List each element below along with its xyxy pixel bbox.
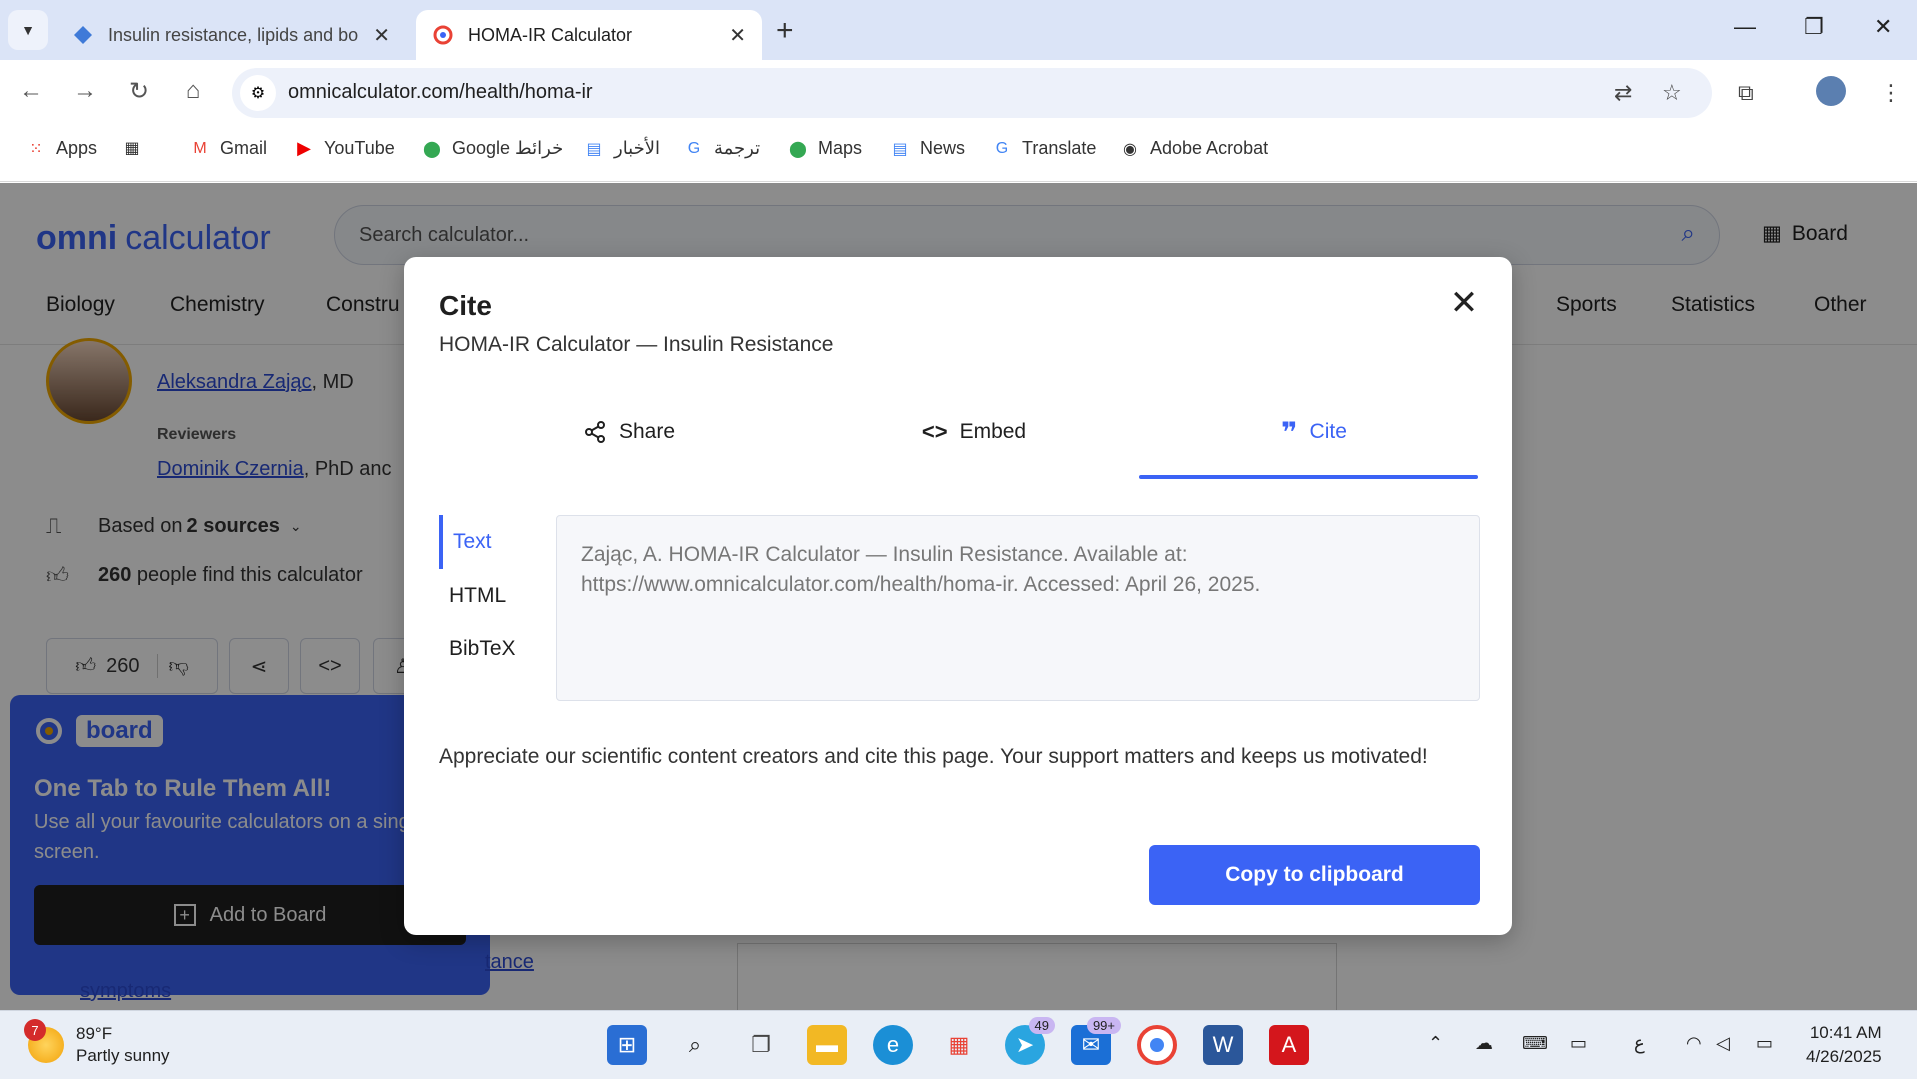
word-icon[interactable]: W (1203, 1025, 1243, 1065)
acrobat-icon: ◉ (1123, 140, 1137, 158)
address-url[interactable]: omnicalculator.com/health/homa-ir (288, 81, 593, 104)
chevron-down-icon: ▼ (21, 22, 35, 38)
wifi-icon[interactable]: ◠ (1686, 1033, 1702, 1054)
tab-groups-icon: ▦ (124, 140, 140, 157)
bookmark-translate[interactable]: G Translate (992, 138, 1097, 159)
weather-condition: Partly sunny (76, 1046, 170, 1065)
volume-icon[interactable]: ◁ (1716, 1033, 1730, 1054)
diamond-favicon-icon (74, 26, 92, 44)
windows-start-icon[interactable]: ⊞ (607, 1025, 647, 1065)
format-text[interactable]: Text (439, 515, 539, 569)
new-tab-button[interactable]: + (776, 14, 794, 48)
store-icon[interactable]: ▦ (939, 1025, 979, 1065)
omni-favicon-icon (433, 25, 453, 45)
tab-search-button[interactable]: ▼ (8, 10, 48, 50)
weather-temp: 89°F (76, 1024, 113, 1043)
bookmark-star-icon[interactable]: ☆ (1662, 80, 1682, 106)
weather-badge: 7 (24, 1019, 46, 1041)
news-icon: ▤ (892, 140, 908, 158)
bookmark-adobe-acrobat[interactable]: ◉ Adobe Acrobat (1120, 138, 1268, 159)
weather-widget[interactable]: 7 89°F Partly sunny (24, 1019, 170, 1067)
bookmark-grid[interactable]: ▦ (122, 138, 152, 158)
code-icon: <> (921, 419, 948, 444)
news-icon: ▤ (586, 140, 602, 158)
search-icon[interactable]: ⌕ (675, 1025, 715, 1065)
cite-modal: Cite HOMA-IR Calculator — Insulin Resist… (404, 257, 1512, 935)
browser-tabstrip: ▼ Insulin resistance, lipids and bo ✕ HO… (0, 0, 1917, 60)
reload-icon[interactable]: ↻ (122, 74, 156, 108)
restore-icon[interactable]: ❐ (1804, 14, 1824, 40)
chrome-icon[interactable] (1137, 1025, 1177, 1065)
minimize-icon[interactable]: — (1734, 14, 1756, 40)
translate-page-icon[interactable]: ⇄ (1614, 80, 1632, 106)
site-info-icon[interactable]: ⚙ (240, 75, 276, 111)
translate-icon: G (995, 139, 1009, 157)
tab-share[interactable]: Share (549, 407, 709, 457)
close-tab-icon[interactable]: ✕ (373, 23, 390, 48)
tab-embed[interactable]: <> Embed (894, 407, 1054, 457)
telegram-badge: 49 (1028, 1017, 1055, 1034)
windows-taskbar: 7 89°F Partly sunny ⊞ ⌕ ❐ ▬ e ▦ ➤ 49 ✉ 99+… (0, 1010, 1917, 1079)
partly-sunny-icon: 7 (24, 1019, 64, 1063)
maps-pin-icon: ⬤ (423, 140, 441, 158)
cite-note: Appreciate our scientific content creato… (439, 745, 1428, 768)
tab-title: Insulin resistance, lipids and bo (108, 24, 359, 45)
battery-icon[interactable]: ▭ (1756, 1033, 1773, 1054)
citation-text[interactable]: Zając, A. HOMA-IR Calculator — Insulin R… (556, 515, 1480, 701)
keyboard-icon[interactable]: ⌨ (1522, 1033, 1548, 1054)
tab-cite[interactable]: ❞ Cite (1234, 407, 1394, 457)
telegram-icon[interactable]: ➤ 49 (1005, 1017, 1055, 1065)
bookmarks-bar: ⁙ Apps ▦ M Gmail ▶ YouTube ⬤ Google خرائ… (0, 120, 1917, 182)
maps-pin-icon: ⬤ (789, 140, 807, 158)
format-bibtex[interactable]: BibTeX (439, 622, 539, 676)
modal-subtitle: HOMA-IR Calculator — Insulin Resistance (439, 333, 834, 356)
forward-icon[interactable]: → (68, 74, 102, 108)
active-tab-indicator (1139, 475, 1478, 479)
acrobat-icon[interactable]: A (1269, 1025, 1309, 1065)
input-language[interactable]: ع (1634, 1033, 1645, 1054)
gmail-icon: M (193, 139, 207, 157)
bookmark-translate-ar[interactable]: G ترجمة (684, 138, 760, 159)
bookmark-news[interactable]: ▤ News (890, 138, 965, 159)
bookmark-maps[interactable]: ⬤ Maps (788, 138, 862, 159)
profile-avatar[interactable] (1816, 76, 1846, 106)
modal-title: Cite (439, 290, 492, 321)
tab-title: HOMA-IR Calculator (468, 24, 633, 45)
task-view-icon[interactable]: ❐ (741, 1025, 781, 1065)
clock[interactable]: 10:41 AM 4/26/2025 (1806, 1021, 1882, 1069)
translate-icon: G (687, 139, 701, 157)
youtube-icon: ▶ (297, 138, 311, 158)
close-icon[interactable]: ✕ (1444, 283, 1484, 323)
copy-to-clipboard-button[interactable]: Copy to clipboard (1149, 845, 1480, 905)
onedrive-icon[interactable]: ☁ (1475, 1033, 1493, 1054)
file-explorer-icon[interactable]: ▬ (807, 1025, 847, 1065)
clock-time: 10:41 AM (1809, 1023, 1882, 1042)
bookmark-google-maps-ar[interactable]: ⬤ Google خرائط (422, 138, 563, 159)
browser-tab-homa[interactable]: HOMA-IR Calculator ✕ (416, 10, 762, 60)
chevron-up-icon[interactable]: ⌃ (1428, 1033, 1443, 1054)
mail-badge: 99+ (1086, 1017, 1121, 1034)
format-html[interactable]: HTML (439, 569, 539, 623)
menu-kebab-icon[interactable]: ⋮ (1880, 80, 1902, 106)
back-icon[interactable]: ← (14, 74, 48, 108)
edge-icon[interactable]: e (873, 1025, 913, 1065)
bookmark-gmail[interactable]: M Gmail (190, 138, 267, 159)
share-icon (584, 421, 605, 443)
browser-toolbar: ← → ↻ ⌂ ⚙ omnicalculator.com/health/homa… (0, 60, 1917, 120)
close-tab-icon[interactable]: ✕ (729, 23, 746, 48)
clock-date: 4/26/2025 (1806, 1047, 1882, 1066)
home-icon[interactable]: ⌂ (176, 74, 210, 108)
address-bar[interactable]: ⚙ omnicalculator.com/health/homa-ir ⇄ ☆ (232, 68, 1712, 118)
mail-icon[interactable]: ✉ 99+ (1071, 1017, 1121, 1065)
apps-grid-icon: ⁙ (29, 140, 43, 158)
browser-tab-insulin[interactable]: Insulin resistance, lipids and bo ✕ (56, 10, 406, 60)
bookmark-youtube[interactable]: ▶ YouTube (294, 138, 395, 159)
quote-icon: ❞ (1281, 416, 1298, 448)
extensions-icon[interactable]: ⧉ (1738, 80, 1754, 106)
bookmark-news-ar[interactable]: ▤ الأخبار (584, 138, 660, 159)
close-window-icon[interactable]: ✕ (1874, 14, 1892, 40)
bookmark-apps[interactable]: ⁙ Apps (26, 138, 97, 159)
tablet-mode-icon[interactable]: ▭ (1570, 1033, 1587, 1054)
